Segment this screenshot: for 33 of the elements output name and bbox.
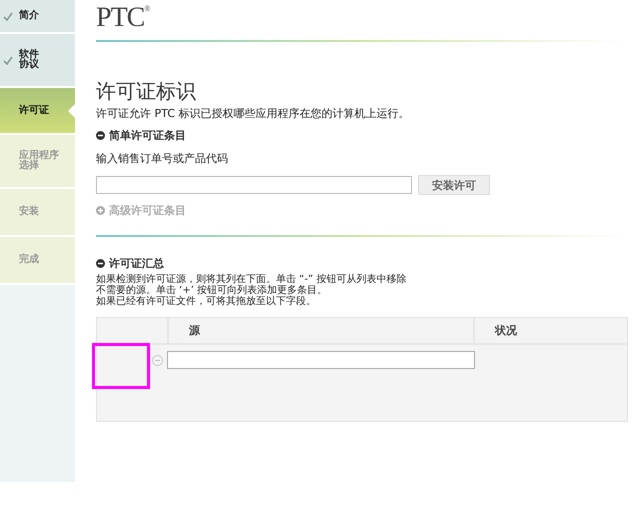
section-heading[interactable]: 简单许可证条目 [109,128,186,143]
step-label: 协议 [19,60,39,70]
check-icon [3,12,13,21]
step-label: 完成 [19,255,39,265]
source-field[interactable] [167,351,475,369]
step-label: 应用程序 [19,151,59,161]
instruction-text: 如果已经有许可证文件，可将其拖放至以下字段。 [96,296,317,307]
column-header: 状况 [494,323,517,339]
install-license-button[interactable]: 安装许可 [418,175,490,195]
collapse-icon[interactable] [96,259,105,268]
expand-icon[interactable] [96,206,105,215]
description-text: 许可证允许 PTC 标识已授权哪些应用程序在您的计算机上运行。 [96,107,410,121]
collapse-icon[interactable] [96,131,105,140]
logo: PTC$^{®}$ [96,3,151,33]
step-item[interactable]: 简介 [0,0,75,32]
step-item[interactable]: 许可证 [0,88,75,133]
check-icon [3,56,13,65]
page-title: 许可证标识 [96,79,197,103]
highlight-rectangle [92,343,150,389]
field-label: 输入销售订单号或产品代码 [96,151,229,166]
section-heading[interactable]: 许可证汇总 [109,256,164,271]
instruction-text: 不需要的源。单击 ‘+’ 按钮可向列表添加更多条目。 [96,285,328,296]
step-label: 软件 [19,50,39,60]
step-label: 选择 [19,161,39,171]
instruction-text: 如果检测到许可证源，则将其列在下面。单击 “-” 按钮可从列表中移除 [96,274,408,285]
order-number-field[interactable] [96,176,412,194]
remove-icon[interactable] [152,354,163,366]
step-label: 安装 [19,207,39,217]
column-header: 源 [169,318,475,343]
step-label: 许可证 [19,106,49,116]
step-item[interactable]: 软件 协议 [0,34,75,86]
pointer-icon [68,104,75,118]
step-label: 简介 [19,11,39,21]
